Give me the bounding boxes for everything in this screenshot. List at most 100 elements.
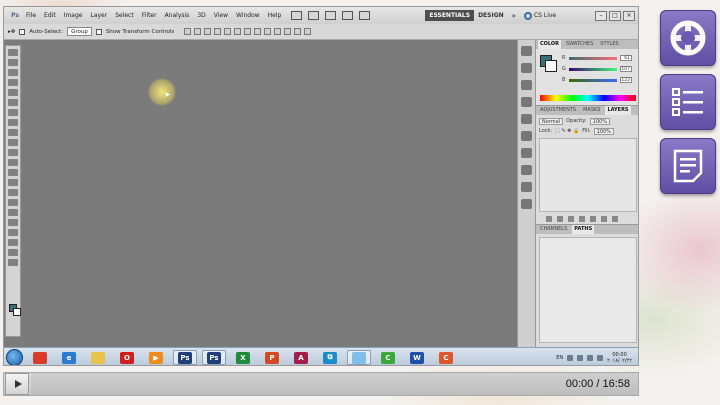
red-value[interactable]: 61 [620, 55, 632, 61]
distribute-right-icon[interactable] [294, 28, 302, 35]
menu-3d[interactable]: 3D [193, 12, 209, 19]
tool-presets-panel-icon[interactable] [521, 182, 532, 192]
clock[interactable]: 00:00 ۲۰۱۸/۰۲/۲۲ [607, 352, 632, 364]
home-nav-button[interactable] [660, 10, 716, 66]
auto-align-icon[interactable] [304, 28, 312, 35]
notes-nav-button[interactable] [660, 138, 716, 194]
marquee-tool-icon[interactable] [8, 59, 18, 66]
layer-mask-icon[interactable] [568, 216, 574, 222]
pen-tool-icon[interactable] [8, 189, 18, 196]
auto-select-checkbox[interactable] [19, 28, 26, 35]
3d-rotate-tool-icon[interactable] [8, 229, 18, 236]
link-layers-icon[interactable] [546, 216, 552, 222]
healing-brush-tool-icon[interactable] [8, 109, 18, 116]
taskbar-photoshop-2[interactable]: Ps [202, 350, 226, 365]
blue-slider[interactable] [569, 78, 617, 82]
menu-image[interactable]: Image [60, 12, 87, 19]
menu-view[interactable]: View [210, 12, 232, 19]
history-panel-icon[interactable] [521, 63, 532, 73]
clone-source-panel-icon[interactable] [521, 165, 532, 175]
align-vcenter-icon[interactable] [194, 28, 202, 35]
taskbar-camtasia[interactable]: C [376, 350, 400, 365]
canvas-area[interactable]: ➤ [22, 40, 516, 347]
show-transform-checkbox[interactable] [95, 28, 102, 35]
distribute-vcenter-icon[interactable] [254, 28, 262, 35]
align-bottom-icon[interactable] [204, 28, 212, 35]
taskbar-chrome[interactable] [28, 350, 52, 365]
tab-adjustments[interactable]: ADJUSTMENTS [538, 106, 578, 115]
taskbar-remote[interactable]: ⧉ [318, 350, 342, 365]
volume-icon[interactable] [587, 354, 594, 361]
type-tool-icon[interactable] [8, 199, 18, 206]
new-group-icon[interactable] [590, 216, 596, 222]
tab-styles[interactable]: STYLES [598, 40, 620, 49]
close-button[interactable]: × [623, 10, 635, 21]
layers-list[interactable] [539, 138, 637, 212]
menu-layer[interactable]: Layer [86, 12, 111, 19]
power-icon[interactable] [597, 354, 604, 361]
tab-paths[interactable]: PATHS [572, 225, 595, 234]
taskbar-explorer[interactable] [86, 350, 110, 365]
paths-list[interactable] [539, 237, 637, 343]
navigator-panel-icon[interactable] [521, 114, 532, 124]
eyedropper-tool-icon[interactable] [8, 99, 18, 106]
opacity-field[interactable]: 100% [589, 118, 610, 125]
progress-track[interactable]: 00:00 / 16:58 [31, 373, 638, 395]
eraser-tool-icon[interactable] [8, 149, 18, 156]
menu-analysis[interactable]: Analysis [161, 12, 194, 19]
3d-orbit-tool-icon[interactable] [8, 239, 18, 246]
actions-panel-icon[interactable] [521, 80, 532, 90]
mini-bridge-icon[interactable] [308, 11, 320, 20]
contents-nav-button[interactable] [660, 74, 716, 130]
workspace-essentials-button[interactable]: ESSENTIALS [425, 10, 475, 21]
menu-window[interactable]: Window [232, 12, 264, 19]
maximize-button[interactable]: □ [609, 10, 621, 21]
color-panel-background[interactable] [545, 60, 557, 72]
path-selection-tool-icon[interactable] [8, 209, 18, 216]
paragraph-panel-icon[interactable] [521, 148, 532, 158]
tool-color-swatches[interactable] [9, 304, 21, 316]
tab-swatches[interactable]: SWATCHES [564, 40, 595, 49]
start-button[interactable] [6, 349, 23, 365]
menu-edit[interactable]: Edit [40, 12, 60, 19]
bridge-icon[interactable] [291, 11, 303, 20]
adjustment-layer-icon[interactable] [579, 216, 585, 222]
arrange-documents-icon[interactable] [342, 11, 354, 20]
flag-icon[interactable] [577, 354, 584, 361]
screen-mode-icon[interactable] [359, 11, 371, 20]
history-brush-tool-icon[interactable] [8, 139, 18, 146]
play-button[interactable] [5, 373, 29, 395]
lock-icons[interactable]: ⬚ ✎ ✥ 🔒 [555, 128, 579, 135]
align-left-icon[interactable] [214, 28, 222, 35]
taskbar-access[interactable]: A [289, 350, 313, 365]
menu-help[interactable]: Help [264, 12, 286, 19]
align-top-icon[interactable] [184, 28, 192, 35]
zoom-tool-icon[interactable] [8, 259, 18, 266]
taskbar-ie[interactable]: e [57, 350, 81, 365]
view-extras-icon[interactable] [325, 11, 337, 20]
workspace-design-button[interactable]: DESIGN [478, 12, 504, 19]
crop-tool-icon[interactable] [8, 89, 18, 96]
3d-panel-icon[interactable] [521, 97, 532, 107]
shape-tool-icon[interactable] [8, 219, 18, 226]
align-hcenter-icon[interactable] [224, 28, 232, 35]
blend-mode-dropdown[interactable]: Normal [539, 118, 564, 125]
brush-tool-icon[interactable] [8, 119, 18, 126]
taskbar-excel[interactable]: X [231, 350, 255, 365]
delete-layer-icon[interactable] [612, 216, 618, 222]
clone-stamp-tool-icon[interactable] [8, 129, 18, 136]
distribute-bottom-icon[interactable] [264, 28, 272, 35]
tab-channels[interactable]: CHANNELS [538, 225, 569, 234]
green-slider[interactable] [569, 67, 617, 71]
menu-file[interactable]: File [22, 12, 40, 19]
minimize-button[interactable]: – [595, 10, 607, 21]
brushes-panel-icon[interactable] [521, 199, 532, 209]
taskbar-word[interactable]: W [405, 350, 429, 365]
auto-select-dropdown[interactable]: Group [67, 27, 92, 36]
tab-masks[interactable]: MASKS [581, 106, 602, 115]
move-tool-icon[interactable] [8, 49, 18, 56]
quick-select-tool-icon[interactable] [8, 79, 18, 86]
taskbar-powerpoint[interactable]: P [260, 350, 284, 365]
new-layer-icon[interactable] [601, 216, 607, 222]
red-slider[interactable] [569, 56, 617, 60]
